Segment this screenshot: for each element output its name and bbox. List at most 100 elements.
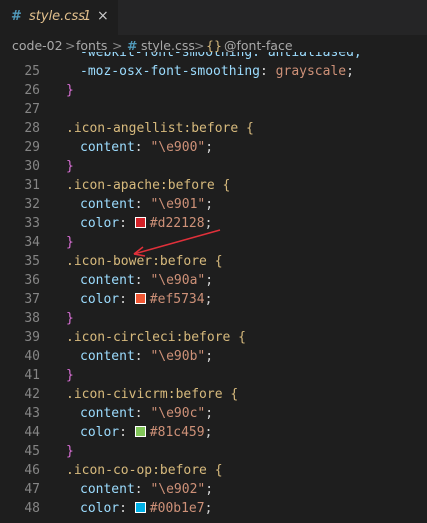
css-property: content [80,273,135,288]
code-punctuation: } [66,311,74,326]
css-selector: .icon-circleci:before { [66,330,247,345]
css-string-value: "\e900" [150,140,206,155]
css-property: color [80,292,120,307]
css-file-icon: # [127,38,138,53]
css-color-value: #ef5734 [149,292,205,307]
close-icon[interactable]: × [97,8,109,24]
code-text: content: "\e900"; [80,140,214,155]
tab-bar: # style.css 1 × [0,0,427,35]
code-text: -moz-osx-font-smoothing: grayscale; [80,64,354,79]
code-line: 32 content: "\e901"; [0,195,427,214]
code-line: 39 .icon-circleci:before { [0,328,427,347]
code-line: 27 [0,100,427,119]
line-number: 39 [24,330,40,345]
css-selector: .icon-angellist:before { [66,121,254,136]
css-selector: .icon-apache:before { [66,178,231,193]
css-string-value: "\e90a" [150,273,206,288]
code-line: 44 color: #81c459; [0,423,427,442]
code-text: } [66,81,74,100]
code-text: content: "\e90b"; [80,349,214,364]
line-number: 41 [24,368,40,383]
line-number: 40 [24,349,40,364]
css-selector: .icon-civicrm:before { [66,387,239,402]
tab-style-css[interactable]: # style.css 1 × [0,0,118,35]
code-line: 37 color: #ef5734; [0,290,427,309]
code-line: 45} [0,442,427,461]
code-line: 43 content: "\e90c"; [0,404,427,423]
color-swatch[interactable] [134,502,146,513]
tab-label: style.css [29,9,85,24]
code-text: } [66,233,74,252]
code-text: color: #d22128; [80,216,213,231]
problem-count-badge: 1 [83,9,92,24]
code-line: 40 content: "\e90b"; [0,347,427,366]
code-text: content: "\e90c"; [80,406,214,421]
code-line: 47 content: "\e902"; [0,480,427,499]
code-line: 26} [0,81,427,100]
code-text: color: #00b1e7; [80,501,213,516]
line-number: 46 [24,463,40,478]
code-line: 28 .icon-angellist:before { [0,119,427,138]
code-line: 30} [0,157,427,176]
code-text: content: "\e90a"; [80,273,214,288]
line-number: 44 [24,425,40,440]
css-file-icon: # [11,9,22,24]
code-punctuation: } [66,444,74,459]
code-punctuation: } [66,159,74,174]
line-number: 32 [24,197,40,212]
breadcrumb-folder-fonts[interactable]: fonts [76,38,107,53]
color-swatch[interactable] [134,293,146,304]
css-string-value: "\e902" [150,482,206,497]
css-property: color [80,216,120,231]
code-line: 48 color: #00b1e7; [0,499,427,518]
line-number: 30 [24,159,40,174]
code-text: .icon-co-op:before { [66,461,223,480]
css-string-value: "\e90c" [150,406,206,421]
line-number: 28 [24,121,40,136]
line-number: 34 [24,235,40,250]
line-number: 36 [24,273,40,288]
code-line: 46 .icon-co-op:before { [0,461,427,480]
line-number: 27 [24,102,40,117]
css-property: content [80,482,135,497]
code-text: } [66,157,74,176]
code-text: .icon-angellist:before { [66,119,254,138]
chevron-right-icon: > [194,38,205,53]
code-line-clipped: -webkit-font-smoothing: antialiased; [80,52,362,60]
code-line: 36 content: "\e90a"; [0,271,427,290]
line-number: 47 [24,482,40,497]
color-swatch[interactable] [134,426,146,437]
line-number: 29 [24,140,40,155]
color-swatch[interactable] [134,217,146,228]
code-text: content: "\e902"; [80,482,214,497]
css-color-value: #00b1e7 [149,501,205,516]
code-line: 33 color: #d22128; [0,214,427,233]
line-number: 33 [24,216,40,231]
code-text: .icon-circleci:before { [66,328,246,347]
line-number: 31 [24,178,40,193]
line-number: 45 [24,444,40,459]
code-line: 38} [0,309,427,328]
css-color-value: #d22128 [149,216,205,231]
code-text: content: "\e901"; [80,197,214,212]
code-text: color: #81c459; [80,425,213,440]
code-punctuation: } [66,235,74,250]
line-number: 38 [24,311,40,326]
breadcrumb-symbol-font-face[interactable]: @font-face [224,38,293,53]
css-string-value: "\e901" [150,197,206,212]
code-editor[interactable]: -webkit-font-smoothing: antialiased; 25 -… [0,52,427,523]
css-string-value: "\e90b" [150,349,206,364]
code-line: 31 .icon-apache:before { [0,176,427,195]
breadcrumb-folder-code-02[interactable]: code-02 [12,38,63,53]
breadcrumb-file-style-css[interactable]: style.css [141,38,195,53]
css-property: content [80,349,135,364]
css-property: color [80,501,120,516]
code-text: } [66,309,74,328]
chevron-right-icon: > [112,38,123,53]
css-color-value: #81c459 [149,425,205,440]
line-number: 37 [24,292,40,307]
code-line: 29 content: "\e900"; [0,138,427,157]
line-number: 43 [24,406,40,421]
css-property: color [80,425,120,440]
code-line: 41} [0,366,427,385]
